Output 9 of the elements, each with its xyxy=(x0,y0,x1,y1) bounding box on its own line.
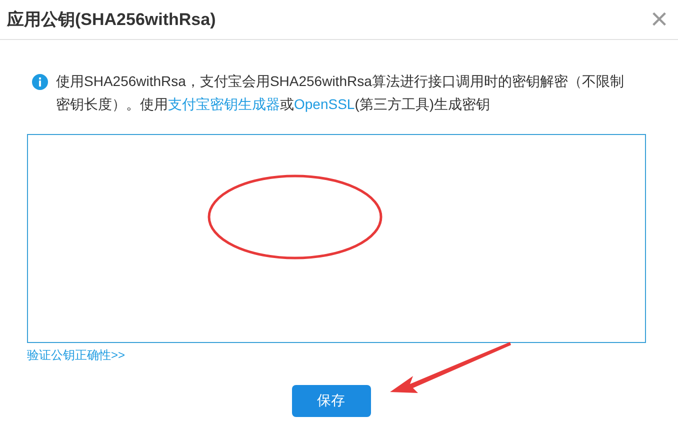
notice-link[interactable]: OpenSSL xyxy=(294,96,355,112)
dialog-title: 应用公钥(SHA256withRsa) xyxy=(7,9,216,31)
verify-key-link[interactable]: 验证公钥正确性>> xyxy=(27,347,126,364)
info-icon xyxy=(32,74,48,90)
public-key-field[interactable] xyxy=(27,134,646,343)
close-button[interactable]: × xyxy=(648,4,670,34)
notice-text: 使用SHA256withRsa，支付宝会用SHA256withRsa算法进行接口调用时的密钥解密（不限制密钥长度）。使用支付宝密钥生成器或OpenSSL(第三方工具)生成密钥 xyxy=(56,72,625,114)
save-button[interactable]: 保存 xyxy=(292,385,370,417)
notice-link[interactable]: 支付宝密钥生成器 xyxy=(168,96,280,112)
